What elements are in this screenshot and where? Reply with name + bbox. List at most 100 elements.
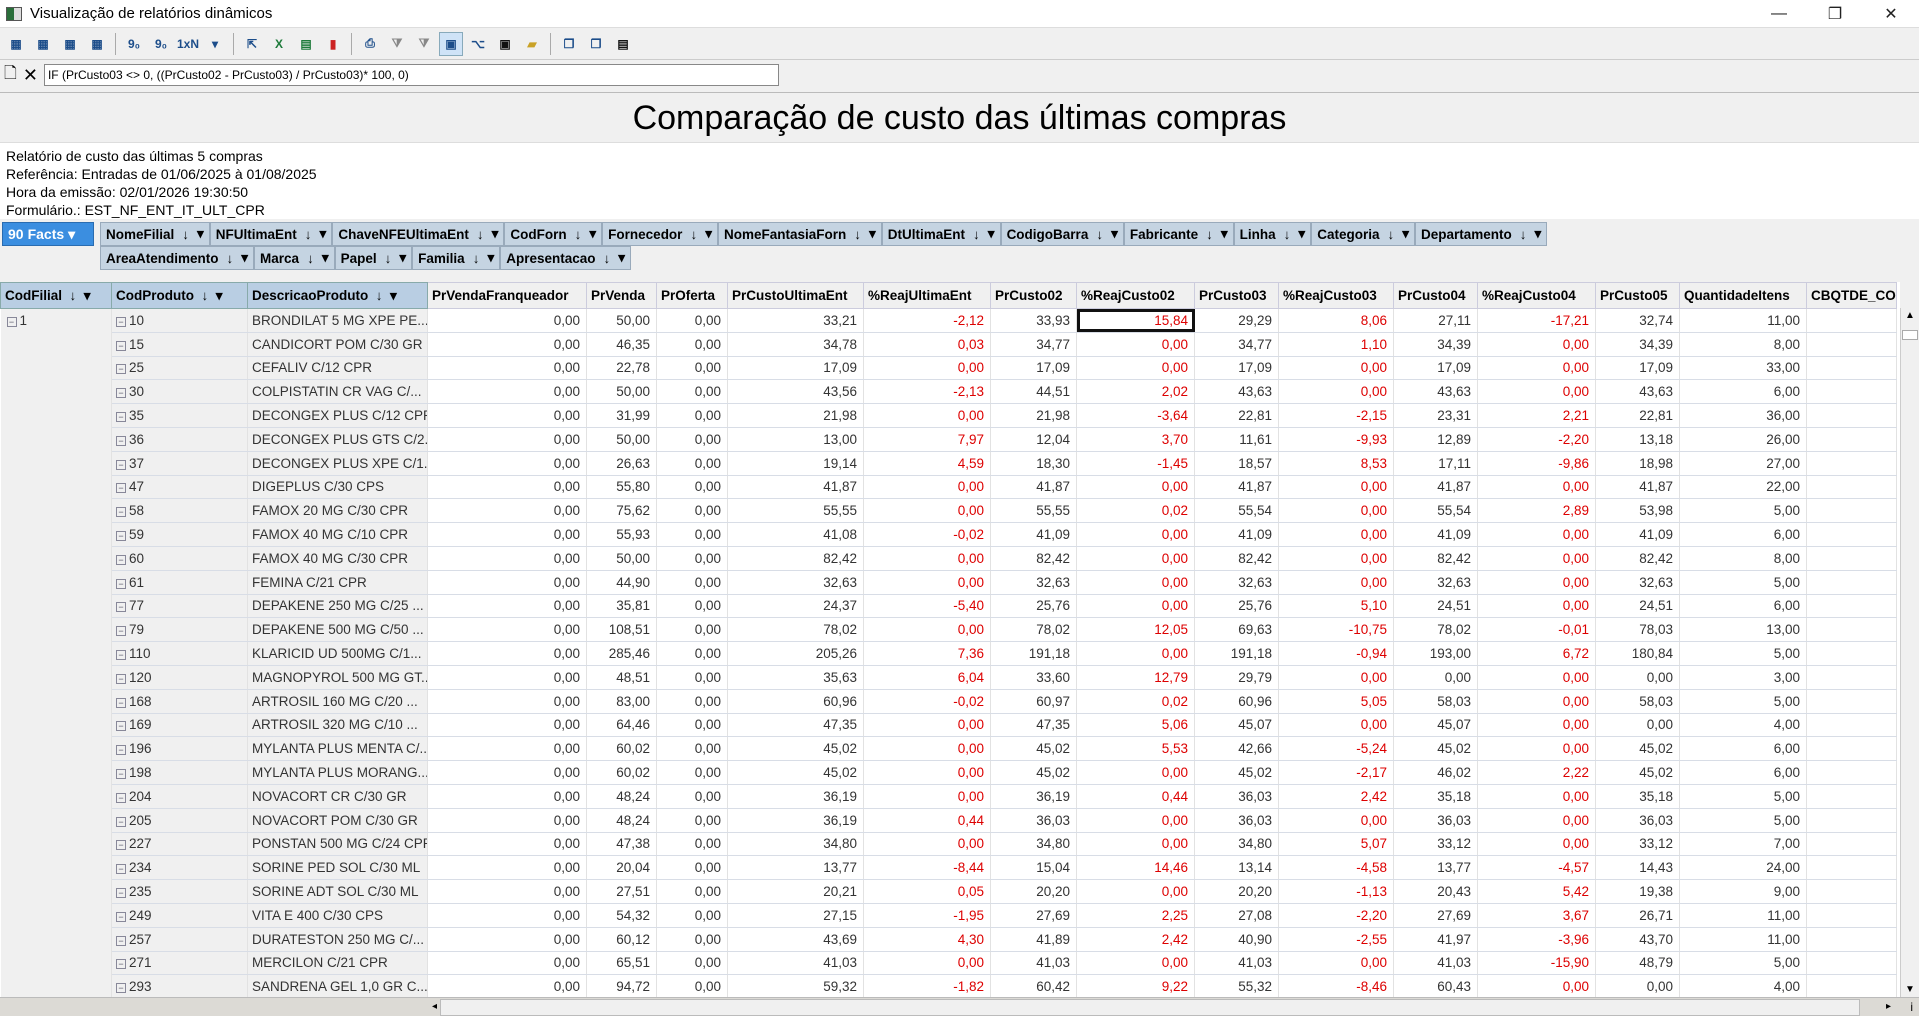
cbqtde-cell[interactable] (1806, 760, 1897, 785)
quantidadeitens-cell[interactable]: 7,00 (1679, 832, 1807, 857)
open-folder-icon[interactable]: ▰ (520, 32, 544, 56)
filter-field[interactable]: Apresentacao ↓ ▾ (500, 246, 632, 270)
prcusto03-cell[interactable]: 40,90 (1194, 927, 1279, 952)
cbqtde-cell[interactable] (1806, 498, 1897, 524)
-reajcusto04-cell[interactable]: -2,20 (1477, 427, 1596, 452)
proferta-cell[interactable]: 0,00 (656, 665, 728, 690)
sort-dropdown-icon[interactable]: ↓ ▾ (194, 288, 222, 303)
-reajultimaent-cell[interactable]: -5,40 (863, 594, 991, 619)
prvendafranqueador-cell[interactable]: 0,00 (427, 927, 587, 952)
hierarchy-icon[interactable]: ⌥ (466, 32, 490, 56)
close-button[interactable]: ✕ (1863, 4, 1919, 24)
chevron-down-icon[interactable]: ▾ (1221, 226, 1228, 242)
descricaoproduto-cell[interactable]: DEPAKENE 500 MG C/50 ... (247, 617, 428, 643)
-reajcusto03-cell[interactable]: 2,42 (1278, 784, 1394, 809)
-reajcusto04-cell[interactable]: 0,00 (1477, 736, 1596, 762)
quantidadeitens-cell[interactable]: 11,00 (1679, 927, 1807, 952)
collapse-icon[interactable]: − (116, 459, 126, 470)
prcusto02-cell[interactable]: 33,60 (990, 665, 1077, 690)
-reajcusto04-cell[interactable]: 2,22 (1477, 760, 1596, 785)
-reajcusto03-cell[interactable]: 5,10 (1278, 594, 1394, 619)
descricaoproduto-cell[interactable]: DURATESTON 250 MG C/... (247, 927, 428, 952)
codproduto-cell[interactable]: −227 (111, 832, 248, 857)
prvendafranqueador-cell[interactable]: 0,00 (427, 403, 587, 428)
cbqtde-cell[interactable] (1806, 736, 1897, 762)
prcusto02-cell[interactable]: 34,80 (990, 832, 1077, 857)
filter-field[interactable]: DtUltimaEnt ↓ ▾ (881, 222, 1001, 246)
prvendafranqueador-cell[interactable]: 0,00 (427, 760, 587, 785)
proferta-cell[interactable]: 0,00 (656, 641, 728, 666)
collapse-icon[interactable]: − (116, 840, 126, 851)
quantidadeitens-cell[interactable]: 5,00 (1679, 784, 1807, 809)
prcustoultimaent-cell[interactable]: 24,37 (727, 594, 864, 619)
column-header[interactable]: CodProduto ↓ ▾ (111, 282, 248, 309)
prcustoultimaent-cell[interactable]: 35,63 (727, 665, 864, 690)
chevron-down-icon[interactable]: ▾ (197, 226, 204, 242)
-reajultimaent-cell[interactable]: 0,00 (863, 570, 991, 595)
quantidadeitens-cell[interactable]: 6,00 (1679, 760, 1807, 785)
prcusto03-cell[interactable]: 41,87 (1194, 475, 1279, 500)
quantidadeitens-cell[interactable]: 24,00 (1679, 855, 1807, 881)
-reajcusto02-cell[interactable]: 12,05 (1076, 617, 1195, 643)
cbqtde-cell[interactable] (1806, 784, 1897, 809)
collapse-icon[interactable]: − (116, 911, 126, 922)
prcusto03-cell[interactable]: 17,09 (1194, 356, 1279, 381)
chevron-down-icon[interactable]: ▾ (1402, 226, 1409, 242)
quantidadeitens-cell[interactable]: 3,00 (1679, 665, 1807, 690)
quantidadeitens-cell[interactable]: 11,00 (1679, 308, 1807, 333)
filter-field[interactable]: Departamento ↓ ▾ (1415, 222, 1548, 246)
quantidadeitens-cell[interactable]: 4,00 (1679, 974, 1807, 997)
prvendafranqueador-cell[interactable]: 0,00 (427, 879, 587, 904)
prvendafranqueador-cell[interactable]: 0,00 (427, 832, 587, 857)
filter-field[interactable]: CodigoBarra ↓ ▾ (1000, 222, 1124, 246)
chevron-down-icon[interactable]: ▾ (1298, 226, 1305, 242)
column-header[interactable]: %ReajCusto04 (1477, 282, 1596, 309)
-reajultimaent-cell[interactable]: 0,00 (863, 713, 991, 738)
chevron-down-icon[interactable]: ▾ (618, 250, 625, 266)
prcusto02-cell[interactable]: 27,69 (990, 903, 1077, 928)
prcustoultimaent-cell[interactable]: 82,42 (727, 546, 864, 571)
-reajcusto04-cell[interactable]: 2,21 (1477, 403, 1596, 428)
column-header[interactable]: CodFilial ↓ ▾ (0, 282, 112, 309)
prcusto05-cell[interactable]: 36,03 (1595, 808, 1680, 833)
cbqtde-cell[interactable] (1806, 617, 1897, 643)
-reajultimaent-cell[interactable]: 4,59 (863, 451, 991, 476)
-reajcusto03-cell[interactable]: -4,58 (1278, 855, 1394, 881)
prvendafranqueador-cell[interactable]: 0,00 (427, 379, 587, 405)
proferta-cell[interactable]: 0,00 (656, 427, 728, 452)
prcusto02-cell[interactable]: 15,04 (990, 855, 1077, 881)
quantidadeitens-cell[interactable]: 26,00 (1679, 427, 1807, 452)
filter-field[interactable]: AreaAtendimento ↓ ▾ (100, 246, 255, 270)
prcusto05-cell[interactable]: 17,09 (1595, 356, 1680, 381)
collapse-icon[interactable]: − (116, 531, 126, 542)
prcusto05-cell[interactable]: 45,02 (1595, 760, 1680, 785)
prcusto02-cell[interactable]: 82,42 (990, 546, 1077, 571)
prcustoultimaent-cell[interactable]: 205,26 (727, 641, 864, 666)
prvendafranqueador-cell[interactable]: 0,00 (427, 951, 587, 976)
-reajcusto04-cell[interactable]: 0,00 (1477, 713, 1596, 738)
-reajultimaent-cell[interactable]: 0,44 (863, 808, 991, 833)
prcusto02-cell[interactable]: 41,03 (990, 951, 1077, 976)
-reajcusto02-cell[interactable]: 0,00 (1076, 356, 1195, 381)
cbqtde-cell[interactable] (1806, 855, 1897, 881)
export-excel-data-icon[interactable]: ▤ (294, 32, 318, 56)
descricaoproduto-cell[interactable]: SANDRENA GEL 1,0 GR C... (247, 974, 428, 997)
codproduto-cell[interactable]: −61 (111, 570, 248, 595)
descricaoproduto-cell[interactable]: PONSTAN 500 MG C/24 CPR (247, 832, 428, 857)
-reajcusto03-cell[interactable]: 5,07 (1278, 832, 1394, 857)
prcusto04-cell[interactable]: 82,42 (1393, 546, 1478, 571)
prcusto02-cell[interactable]: 25,76 (990, 594, 1077, 619)
quantidadeitens-cell[interactable]: 5,00 (1679, 498, 1807, 524)
-reajcusto02-cell[interactable]: -1,45 (1076, 451, 1195, 476)
prvendafranqueador-cell[interactable]: 0,00 (427, 498, 587, 524)
filter-icon[interactable]: ⧩ (385, 32, 409, 56)
chevron-down-icon[interactable]: ▾ (988, 226, 995, 242)
-reajcusto03-cell[interactable]: 0,00 (1278, 951, 1394, 976)
codproduto-cell[interactable]: −15 (111, 332, 248, 357)
prcusto02-cell[interactable]: 55,55 (990, 498, 1077, 524)
collapse-icon[interactable]: − (116, 340, 126, 351)
prvenda-cell[interactable]: 46,35 (586, 332, 657, 357)
quantidadeitens-cell[interactable]: 27,00 (1679, 451, 1807, 476)
prcusto03-cell[interactable]: 42,66 (1194, 736, 1279, 762)
prvenda-cell[interactable]: 50,00 (586, 427, 657, 452)
